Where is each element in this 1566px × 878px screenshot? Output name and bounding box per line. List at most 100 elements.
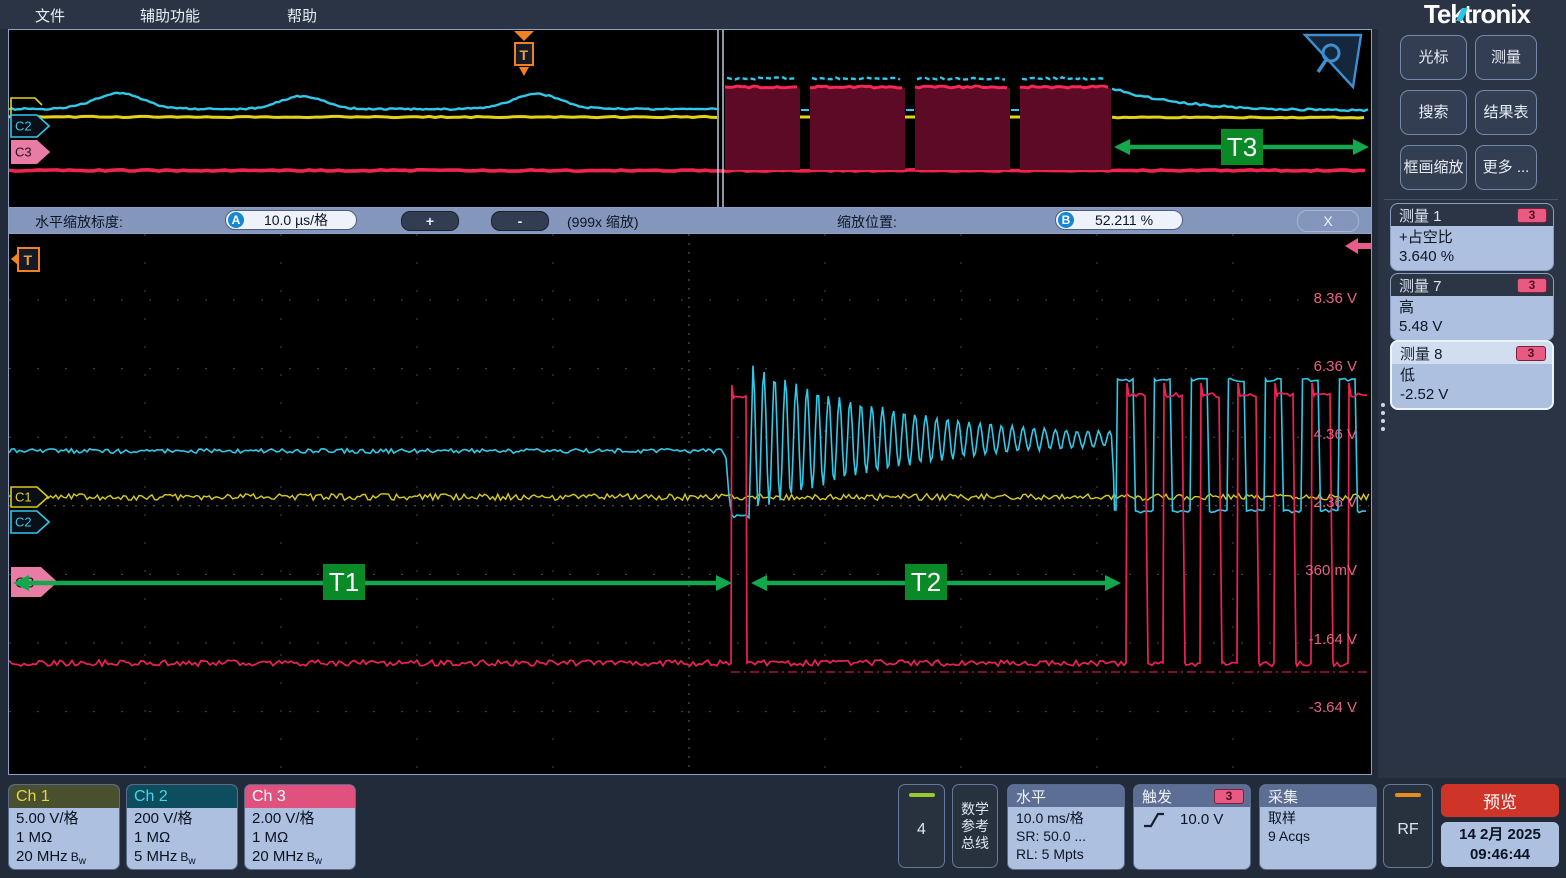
axis-label-3: 2.36 V	[1267, 494, 1357, 511]
annotation-t1: T1	[323, 564, 365, 600]
sidebar-divider	[1384, 199, 1558, 200]
svg-text:C1: C1	[15, 490, 32, 505]
orange-accent-line	[1395, 793, 1421, 797]
knob-b-icon: B	[1058, 212, 1074, 228]
zoom-position-control[interactable]: B 52.211 %	[1055, 210, 1183, 230]
waveform-view-label: 4	[917, 821, 926, 839]
channel-scale: 5.00 V/格	[16, 809, 119, 828]
axis-label-4: 360 mV	[1267, 562, 1357, 579]
measurement-value: 3.640 %	[1399, 247, 1545, 266]
acquisition-mode: 取样	[1268, 809, 1376, 827]
measurement-title: 测量 1	[1399, 205, 1517, 226]
zoom-scale-label: 水平缩放标度:	[35, 212, 123, 232]
axis-label-2: 4.36 V	[1267, 426, 1357, 443]
measurement-badge-8[interactable]: 测量 8 3 低 -2.52 V	[1390, 340, 1554, 410]
measure-button[interactable]: 测量	[1475, 35, 1537, 80]
measurement-name: 高	[1399, 298, 1545, 317]
math-label: 数学	[961, 801, 989, 818]
menu-help[interactable]: 帮助	[287, 5, 317, 26]
source-badge: 3	[1516, 346, 1546, 361]
rising-edge-icon	[1142, 811, 1166, 829]
draw-a-box-button[interactable]: 框画缩放	[1400, 145, 1467, 190]
channel-1-name: Ch 1	[9, 785, 119, 808]
main-c2-tag[interactable]: C2	[11, 511, 49, 533]
green-accent-line	[909, 793, 935, 797]
menu-utility[interactable]: 辅助功能	[140, 5, 200, 26]
channel-termination: 1 MΩ	[16, 828, 119, 847]
measurement-name: +占空比	[1399, 228, 1545, 247]
zoom-out-button[interactable]: -	[491, 211, 549, 231]
channel-termination: 1 MΩ	[134, 828, 237, 847]
measurement-value: 5.48 V	[1399, 317, 1545, 336]
channel-bandwidth: 20 MHzBw	[252, 847, 355, 870]
channel-bandwidth: 5 MHzBw	[134, 847, 237, 870]
channel-3-name: Ch 3	[245, 785, 355, 808]
annotation-t2: T2	[905, 564, 947, 600]
zoom-factor-label: (999x 缩放)	[567, 212, 639, 232]
horizontal-badge[interactable]: 水平 10.0 ms/格 SR: 50.0 ... RL: 5 Mpts	[1007, 784, 1125, 870]
channel-scale: 200 V/格	[134, 809, 237, 828]
zoom-position-value: 52.211 %	[1074, 212, 1174, 228]
channel-1-badge[interactable]: Ch 1 5.00 V/格 1 MΩ 20 MHzBw	[8, 784, 120, 870]
channel-termination: 1 MΩ	[252, 828, 355, 847]
record-length: RL: 5 Mpts	[1016, 845, 1124, 863]
cursors-button[interactable]: 光标	[1400, 35, 1467, 80]
measurement-title: 测量 7	[1399, 275, 1517, 296]
zoom-scale-control[interactable]: A 10.0 µs/格	[225, 210, 357, 230]
results-table-button[interactable]: 结果表	[1475, 90, 1537, 135]
trigger-source-badge: 3	[1214, 789, 1244, 804]
datetime-badge: 14 2月 2025 09:46:44	[1441, 822, 1559, 867]
axis-label-0: 8.36 V	[1267, 290, 1357, 307]
overview-waveform-canvas[interactable]: TC2C3	[9, 30, 1371, 207]
ref-label: 参考	[961, 818, 989, 835]
overview-c3-tag[interactable]: C3	[11, 140, 50, 164]
source-badge: 3	[1517, 278, 1547, 293]
sample-rate: SR: 50.0 ...	[1016, 827, 1124, 845]
main-waveform-canvas[interactable]: C1C2C3T	[9, 234, 1371, 774]
axis-label-1: 6.36 V	[1267, 358, 1357, 375]
acquisition-title: 采集	[1268, 786, 1370, 807]
axis-label-5: -1.64 V	[1267, 631, 1357, 648]
svg-text:C3: C3	[15, 145, 32, 160]
main-waveform-panel: C1C2C3T 8.36 V 6.36 V 4.36 V 2.36 V 360 …	[8, 233, 1372, 775]
source-badge: 3	[1517, 208, 1547, 223]
knob-a-icon: A	[228, 212, 244, 228]
axis-label-6: -3.64 V	[1267, 699, 1357, 716]
sidebar: 光标 测量 搜索 结果表 框画缩放 更多 ... 测量 1 3 +占空比 3.6…	[1378, 29, 1566, 778]
trigger-badge[interactable]: 触发 3 10.0 V	[1133, 784, 1251, 870]
rf-label: RF	[1397, 821, 1418, 839]
channel-3-badge[interactable]: Ch 3 2.00 V/格 1 MΩ 20 MHzBw	[244, 784, 356, 870]
measurement-title: 测量 8	[1400, 343, 1516, 364]
zoom-in-button[interactable]: +	[401, 211, 459, 231]
measurement-badge-1[interactable]: 测量 1 3 +占空比 3.640 %	[1390, 203, 1554, 271]
overview-panel: TC2C3 T3	[8, 29, 1372, 208]
channel-2-name: Ch 2	[127, 785, 237, 808]
annotation-t3: T3	[1221, 129, 1263, 165]
zoom-scale-value: 10.0 µs/格	[244, 210, 348, 230]
preview-button[interactable]: 预览	[1441, 784, 1559, 817]
horizontal-title: 水平	[1016, 786, 1118, 807]
main-c1-tag[interactable]: C1	[11, 487, 48, 507]
time-text: 09:46:44	[1470, 845, 1530, 865]
oscilloscope-screen: 文件 辅助功能 帮助 Tektronix T C2 C3 T3 水平缩放标度: A …	[0, 0, 1566, 878]
panel-drag-handle[interactable]	[1381, 399, 1385, 435]
acquisition-badge[interactable]: 采集 取样 9 Acqs	[1259, 784, 1377, 870]
bus-label: 总线	[961, 835, 989, 852]
math-ref-bus-button[interactable]: 数学 参考 总线	[952, 784, 998, 868]
zoom-position-label: 缩放位置:	[837, 212, 897, 232]
more-button[interactable]: 更多 ...	[1475, 145, 1537, 190]
horizontal-scale: 10.0 ms/格	[1016, 809, 1124, 827]
channel-2-badge[interactable]: Ch 2 200 V/格 1 MΩ 5 MHzBw	[126, 784, 238, 870]
measurement-badge-7[interactable]: 测量 7 3 高 5.48 V	[1390, 273, 1554, 341]
menu-bar: 文件 辅助功能 帮助 Tektronix	[0, 0, 1566, 29]
zoom-close-button[interactable]: X	[1297, 210, 1359, 232]
measurement-value: -2.52 V	[1400, 385, 1544, 404]
rf-button[interactable]: RF	[1383, 784, 1433, 868]
menu-file[interactable]: 文件	[35, 5, 65, 26]
trigger-level: 10.0 V	[1180, 811, 1223, 829]
tektronix-logo: Tektronix	[1424, 0, 1530, 30]
waveform-view-button[interactable]: 4	[898, 784, 945, 868]
svg-text:T: T	[24, 252, 33, 268]
search-button[interactable]: 搜索	[1400, 90, 1467, 135]
svg-text:C2: C2	[15, 119, 32, 134]
